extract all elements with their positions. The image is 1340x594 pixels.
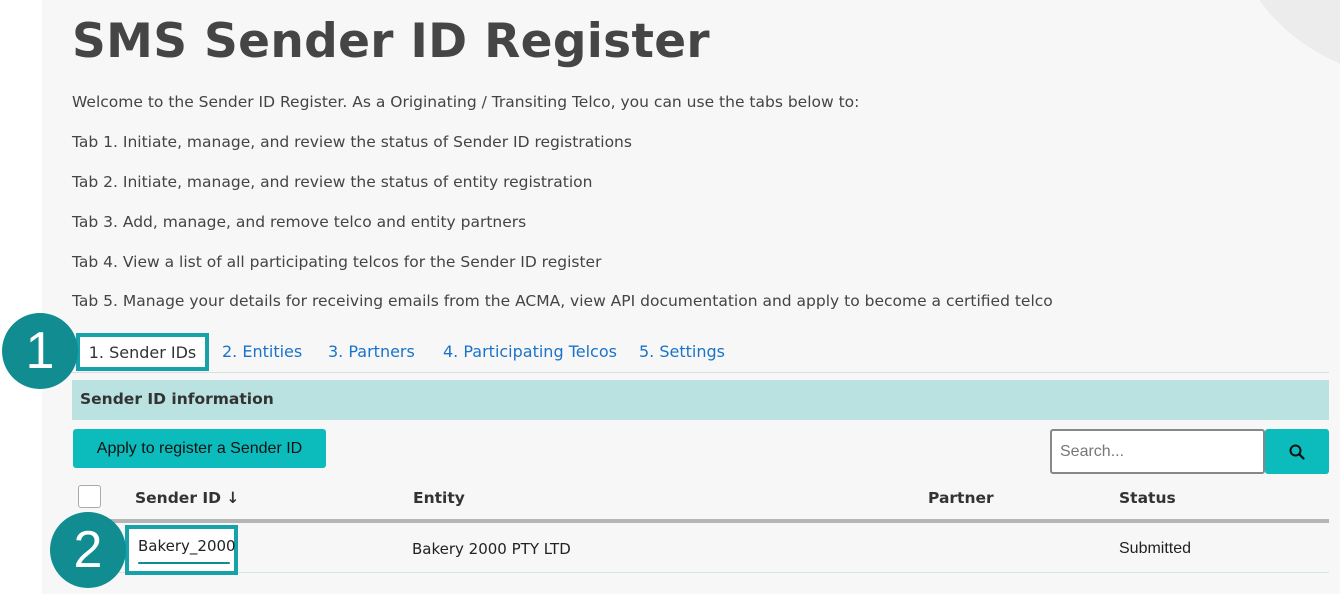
sender-id-underline xyxy=(138,562,230,564)
tab-bar: 1. Sender IDs 2. Entities 3. Partners 4.… xyxy=(72,333,1329,373)
tab-sender-ids[interactable]: 1. Sender IDs xyxy=(76,333,209,371)
page-title: SMS Sender ID Register xyxy=(72,14,710,69)
column-header-sender-id[interactable]: Sender ID ↓ xyxy=(135,489,239,507)
intro-tab-1-text: Tab 1. Initiate, manage, and review the … xyxy=(72,133,632,151)
column-header-partner[interactable]: Partner xyxy=(928,489,994,507)
column-header-entity[interactable]: Entity xyxy=(413,489,465,507)
sender-id-link[interactable]: Bakery_2000 xyxy=(138,537,236,555)
column-header-status[interactable]: Status xyxy=(1119,489,1176,507)
sender-id-highlight: Bakery_2000 xyxy=(125,525,238,575)
intro-tab-4-text: Tab 4. View a list of all participating … xyxy=(72,253,602,271)
tab-settings[interactable]: 5. Settings xyxy=(639,333,725,371)
intro-tab-2-text: Tab 2. Initiate, manage, and review the … xyxy=(72,173,593,191)
step-1-callout: 1 xyxy=(2,313,78,389)
select-all-checkbox[interactable] xyxy=(78,485,101,508)
section-header: Sender ID information xyxy=(72,380,1329,420)
search-input[interactable] xyxy=(1050,429,1265,474)
entity-cell: Bakery 2000 PTY LTD xyxy=(412,540,571,558)
search-button[interactable] xyxy=(1265,429,1329,474)
status-cell: Submitted xyxy=(1119,540,1192,557)
tab-entities[interactable]: 2. Entities xyxy=(222,333,302,371)
intro-text: Welcome to the Sender ID Register. As a … xyxy=(72,93,860,111)
table-row: Bakery 2000 PTY LTD Submitted xyxy=(72,527,1329,573)
intro-tab-3-text: Tab 3. Add, manage, and remove telco and… xyxy=(72,213,527,231)
table-header: Sender ID ↓ Entity Partner Status xyxy=(72,480,1329,523)
decorative-shape xyxy=(1232,0,1340,85)
step-2-callout: 2 xyxy=(50,512,126,588)
intro-tab-5-text: Tab 5. Manage your details for receiving… xyxy=(72,292,1053,310)
tab-participating-telcos[interactable]: 4. Participating Telcos xyxy=(443,333,617,371)
tab-partners[interactable]: 3. Partners xyxy=(328,333,415,371)
section-title: Sender ID information xyxy=(80,390,274,408)
search-icon xyxy=(1289,444,1305,460)
apply-register-sender-id-button[interactable]: Apply to register a Sender ID xyxy=(73,429,326,468)
